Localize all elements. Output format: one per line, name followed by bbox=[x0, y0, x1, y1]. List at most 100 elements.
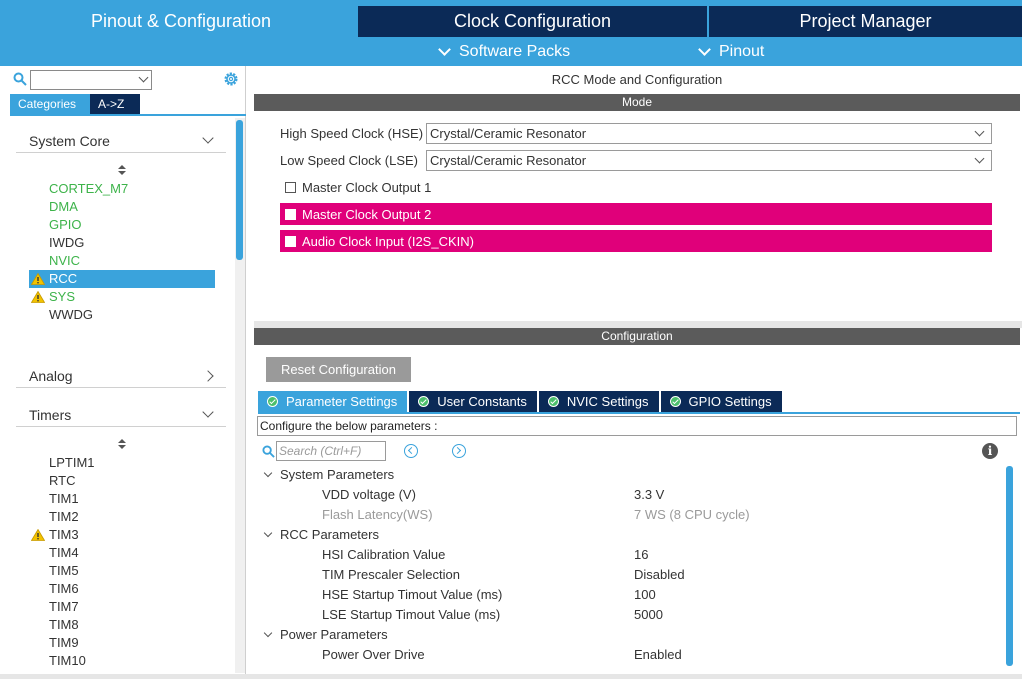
tree-item-label: IWDG bbox=[49, 235, 85, 250]
hse-label: High Speed Clock (HSE) bbox=[280, 126, 424, 141]
tab-pinout-configuration[interactable]: Pinout & Configuration bbox=[6, 6, 356, 37]
tab-label: Parameter Settings bbox=[286, 394, 398, 409]
tree-item-label: TIM1 bbox=[49, 491, 79, 506]
tree-item-iwdg[interactable]: IWDG bbox=[29, 234, 215, 252]
tree-item-label: TIM7 bbox=[49, 599, 79, 614]
panel-splitter[interactable] bbox=[254, 321, 1022, 328]
info-icon[interactable]: i bbox=[982, 443, 998, 459]
tree-item-sys[interactable]: SYS bbox=[29, 288, 215, 306]
configuration-section-header: Configuration bbox=[254, 328, 1020, 345]
tab-label: NVIC Settings bbox=[566, 394, 649, 409]
tab-user-constants[interactable]: User Constants bbox=[409, 391, 537, 412]
search-icon[interactable] bbox=[13, 72, 27, 86]
mco2-checkbox[interactable]: Master Clock Output 2 bbox=[280, 203, 992, 225]
group-label: System Parameters bbox=[280, 467, 395, 482]
mco1-checkbox[interactable]: Master Clock Output 1 bbox=[280, 176, 992, 198]
tree-item-label: TIM2 bbox=[49, 509, 79, 524]
tree-item-nvic[interactable]: NVIC bbox=[29, 252, 215, 270]
tree-item-tim8[interactable]: TIM8 bbox=[29, 616, 215, 634]
lse-select[interactable]: Crystal/Ceramic Resonator bbox=[426, 150, 992, 171]
tab-a-z[interactable]: A->Z bbox=[90, 94, 140, 114]
tree-item-tim9[interactable]: TIM9 bbox=[29, 634, 215, 652]
next-match-icon[interactable] bbox=[452, 444, 466, 458]
tree-item-rcc[interactable]: RCC bbox=[29, 270, 215, 288]
group-system-parameters[interactable]: System Parameters bbox=[263, 465, 395, 485]
chevron-down-icon bbox=[263, 628, 273, 638]
tree-item-tim5[interactable]: TIM5 bbox=[29, 562, 215, 580]
tab-underline bbox=[258, 412, 1020, 414]
tree-item-tim10[interactable]: TIM10 bbox=[29, 652, 215, 670]
param-value[interactable]: 100 bbox=[634, 585, 656, 605]
check-circle-icon bbox=[669, 396, 681, 407]
tree-item-rtc[interactable]: RTC bbox=[29, 472, 215, 490]
tree-item-dma[interactable]: DMA bbox=[29, 198, 215, 216]
tree-item-tim3[interactable]: TIM3 bbox=[29, 526, 215, 544]
tree-item-label: TIM5 bbox=[49, 563, 79, 578]
group-system-core[interactable]: System Core bbox=[16, 129, 226, 153]
param-value[interactable]: Disabled bbox=[634, 565, 685, 585]
param-name: Flash Latency(WS) bbox=[322, 507, 433, 522]
mco2-label: Master Clock Output 2 bbox=[302, 206, 432, 222]
tree-item-label: TIM9 bbox=[49, 635, 79, 650]
pinout-menu-label: Pinout bbox=[719, 43, 765, 60]
software-packs-menu[interactable]: Software Packs bbox=[438, 39, 571, 65]
tree-item-tim4[interactable]: TIM4 bbox=[29, 544, 215, 562]
bottom-border bbox=[0, 674, 1022, 679]
warning-icon bbox=[31, 529, 45, 541]
sort-icon[interactable] bbox=[117, 439, 127, 451]
config-description: Configure the below parameters : bbox=[257, 416, 1017, 436]
sort-icon[interactable] bbox=[117, 165, 127, 177]
param-name: HSE Startup Timout Value (ms) bbox=[322, 587, 503, 602]
pinout-menu[interactable]: Pinout bbox=[698, 39, 765, 65]
reset-configuration-button[interactable]: Reset Configuration bbox=[266, 357, 411, 382]
tree-item-tim1[interactable]: TIM1 bbox=[29, 490, 215, 508]
param-value[interactable]: 5000 bbox=[634, 605, 663, 625]
tab-gpio-settings[interactable]: GPIO Settings bbox=[660, 391, 782, 412]
sidebar-scrollbar-thumb[interactable] bbox=[236, 120, 243, 260]
check-circle-icon bbox=[267, 396, 278, 407]
tree-item-label: NVIC bbox=[49, 253, 81, 268]
parameters-scrollbar-thumb[interactable] bbox=[1006, 466, 1013, 666]
software-packs-label: Software Packs bbox=[459, 43, 571, 60]
panel-title: RCC Mode and Configuration bbox=[551, 72, 723, 87]
search-combo-box[interactable] bbox=[30, 70, 152, 90]
tree-item-cortex-m7[interactable]: CORTEX_M7 bbox=[29, 180, 215, 198]
tab-nvic-settings[interactable]: NVIC Settings bbox=[538, 391, 659, 412]
tab-parameter-settings[interactable]: Parameter Settings bbox=[258, 391, 408, 412]
group-power-parameters[interactable]: Power Parameters bbox=[263, 625, 388, 645]
group-analog[interactable]: Analog bbox=[16, 364, 226, 388]
tree-item-tim6[interactable]: TIM6 bbox=[29, 580, 215, 598]
tree-item-tim2[interactable]: TIM2 bbox=[29, 508, 215, 526]
param-value: 7 WS (8 CPU cycle) bbox=[634, 507, 750, 522]
previous-match-icon[interactable] bbox=[404, 444, 418, 458]
param-name: TIM Prescaler Selection bbox=[322, 567, 460, 582]
checkbox-box bbox=[285, 235, 296, 247]
group-label: System Core bbox=[29, 132, 110, 149]
rcc-config-panel: RCC Mode and Configuration Mode High Spe… bbox=[254, 66, 1022, 676]
tree-item-label: TIM10 bbox=[49, 653, 86, 668]
tree-item-wwdg[interactable]: WWDG bbox=[29, 306, 215, 324]
warning-icon bbox=[31, 291, 45, 303]
tree-item-label: GPIO bbox=[49, 217, 82, 232]
param-value[interactable]: 3.3 V bbox=[634, 485, 664, 505]
tab-clock-configuration[interactable]: Clock Configuration bbox=[358, 6, 707, 37]
checkbox-box bbox=[285, 181, 296, 193]
param-name: VDD voltage (V) bbox=[322, 487, 416, 502]
tab-project-manager[interactable]: Project Manager bbox=[709, 6, 1022, 37]
parameter-search-input[interactable]: Search (Ctrl+F) bbox=[276, 441, 386, 461]
param-value[interactable]: Enabled bbox=[634, 645, 682, 665]
tree-item-tim7[interactable]: TIM7 bbox=[29, 598, 215, 616]
gear-icon[interactable] bbox=[222, 70, 240, 88]
tab-categories[interactable]: Categories bbox=[10, 94, 90, 114]
hse-select[interactable]: Crystal/Ceramic Resonator bbox=[426, 123, 992, 144]
tree-item-gpio[interactable]: GPIO bbox=[29, 216, 215, 234]
tree-item-lptim1[interactable]: LPTIM1 bbox=[29, 454, 215, 472]
group-label: Timers bbox=[29, 406, 72, 423]
param-value[interactable]: 16 bbox=[634, 545, 648, 565]
group-rcc-parameters[interactable]: RCC Parameters bbox=[263, 525, 379, 545]
audio-clock-checkbox[interactable]: Audio Clock Input (I2S_CKIN) bbox=[280, 230, 992, 252]
top-navigation-bar: Pinout & Configuration Clock Configurati… bbox=[0, 0, 1022, 66]
group-timers[interactable]: Timers bbox=[16, 403, 226, 427]
chevron-down-icon bbox=[974, 126, 985, 137]
tab-label: GPIO Settings bbox=[688, 394, 772, 409]
